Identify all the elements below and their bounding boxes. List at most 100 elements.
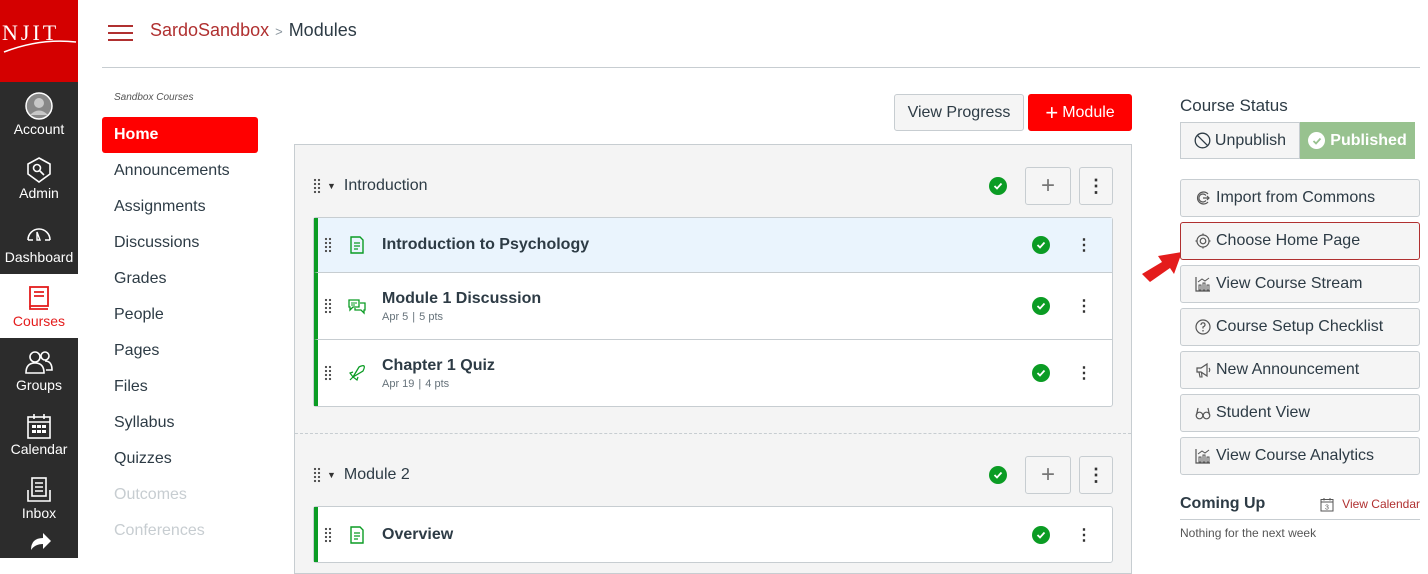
- course-nav-home[interactable]: Home: [102, 117, 258, 153]
- view-calendar-link[interactable]: 3 View Calendar: [1320, 497, 1420, 512]
- course-setup-checklist-button[interactable]: Course Setup Checklist: [1180, 308, 1420, 346]
- module-title[interactable]: Module 2: [344, 466, 410, 484]
- module-items: Introduction to Psychology ⋮ Module 1 Di…: [313, 217, 1113, 407]
- course-nav-grades[interactable]: Grades: [102, 261, 262, 297]
- plus-icon: +: [1040, 461, 1055, 488]
- view-course-stream-button[interactable]: View Course Stream: [1180, 265, 1420, 303]
- course-nav-files[interactable]: Files: [102, 369, 262, 405]
- view-course-analytics-button[interactable]: View Course Analytics: [1180, 437, 1420, 475]
- module-title[interactable]: Introduction: [344, 177, 428, 195]
- modules-main: View Progress + Module ▼ Introduction + ⋮: [294, 92, 1132, 574]
- module-item[interactable]: Overview ⋮: [314, 507, 1112, 562]
- button-label: View Course Analytics: [1216, 447, 1374, 464]
- course-nav-syllabus[interactable]: Syllabus: [102, 405, 262, 441]
- redirect-arrow-icon: [31, 533, 51, 550]
- item-due-date: Apr 19: [382, 377, 415, 390]
- module-item[interactable]: Chapter 1 Quiz Apr 19 | 4 pts ⋮: [314, 340, 1112, 406]
- published-check-icon[interactable]: [1032, 364, 1050, 382]
- view-calendar-label: View Calendar: [1342, 497, 1420, 511]
- module-introduction: ▼ Introduction + ⋮ Introduction to Psych…: [295, 145, 1131, 417]
- item-title[interactable]: Chapter 1 Quiz: [382, 357, 495, 375]
- coming-up-header: Coming Up 3 View Calendar: [1180, 495, 1420, 520]
- published-check-icon[interactable]: [1032, 297, 1050, 315]
- add-item-button[interactable]: +: [1025, 167, 1071, 205]
- button-label: Import from Commons: [1216, 189, 1376, 206]
- global-nav-courses[interactable]: Courses: [0, 274, 78, 338]
- drag-handle-icon[interactable]: [313, 467, 321, 483]
- global-nav-dashboard[interactable]: Dashboard: [0, 210, 78, 274]
- course-nav-pages[interactable]: Pages: [102, 333, 262, 369]
- published-check-icon[interactable]: [989, 177, 1007, 195]
- global-nav-account[interactable]: Account: [0, 82, 78, 146]
- target-icon: [1195, 233, 1211, 249]
- module-header: ▼ Introduction + ⋮: [313, 167, 1113, 205]
- import-from-commons-button[interactable]: Import from Commons: [1180, 179, 1420, 217]
- add-module-button[interactable]: + Module: [1028, 94, 1132, 131]
- global-nav-admin[interactable]: Admin: [0, 146, 78, 210]
- unpublish-button[interactable]: Unpublish: [1180, 122, 1300, 159]
- published-check-icon[interactable]: [1032, 525, 1050, 544]
- calendar-icon: [27, 413, 51, 439]
- course-nav-conferences[interactable]: Conferences: [102, 513, 262, 549]
- course-nav-discussions[interactable]: Discussions: [102, 225, 262, 261]
- kebab-menu-icon[interactable]: ⋮: [1076, 525, 1092, 545]
- course-nav-announcements[interactable]: Announcements: [102, 153, 262, 189]
- item-title[interactable]: Module 1 Discussion: [382, 290, 541, 308]
- module-item[interactable]: Module 1 Discussion Apr 5 | 5 pts ⋮: [314, 273, 1112, 340]
- course-nav: Sandbox Courses Home Announcements Assig…: [102, 92, 262, 549]
- published-check-icon: [1308, 132, 1326, 149]
- drag-handle-icon[interactable]: [313, 178, 321, 194]
- module-item[interactable]: Introduction to Psychology ⋮: [314, 218, 1112, 273]
- nav-label: Dashboard: [4, 248, 74, 265]
- svg-text:3: 3: [1325, 504, 1329, 511]
- collapse-caret-icon[interactable]: ▼: [327, 181, 336, 191]
- student-view-button[interactable]: Student View: [1180, 394, 1420, 432]
- published-check-icon[interactable]: [989, 466, 1007, 484]
- glasses-icon: [1195, 407, 1211, 420]
- button-label: Student View: [1216, 404, 1310, 421]
- item-title[interactable]: Overview: [382, 526, 453, 544]
- nav-label: Calendar: [10, 440, 68, 457]
- analytics-chart-icon: [1195, 449, 1210, 464]
- kebab-menu-icon[interactable]: ⋮: [1076, 296, 1092, 316]
- drag-handle-icon[interactable]: [324, 298, 332, 314]
- commons-icon: [1197, 191, 1210, 205]
- drag-handle-icon[interactable]: [324, 365, 332, 381]
- choose-home-page-button[interactable]: Choose Home Page: [1180, 222, 1420, 260]
- global-nav-groups[interactable]: Groups: [0, 338, 78, 402]
- drag-handle-icon[interactable]: [324, 237, 332, 253]
- avatar-icon: [25, 91, 53, 120]
- hamburger-menu-icon[interactable]: [108, 25, 133, 43]
- global-nav-more[interactable]: [0, 530, 78, 570]
- admin-shield-icon: [27, 156, 51, 183]
- kebab-menu-icon[interactable]: ⋮: [1076, 363, 1092, 383]
- course-nav-people[interactable]: People: [102, 297, 262, 333]
- course-status-toggle: Unpublish Published: [1180, 122, 1420, 159]
- module-options-button[interactable]: ⋮: [1079, 167, 1113, 205]
- global-nav-inbox[interactable]: Inbox: [0, 466, 78, 530]
- published-button[interactable]: Published: [1300, 122, 1415, 159]
- top-bar: SardoSandbox > Modules: [102, 0, 1420, 68]
- calendar-icon: 3: [1320, 497, 1334, 511]
- course-nav-assignments[interactable]: Assignments: [102, 189, 262, 225]
- item-title[interactable]: Introduction to Psychology: [382, 236, 589, 254]
- logo-swoosh-icon: [3, 40, 77, 53]
- course-nav-outcomes[interactable]: Outcomes: [102, 477, 262, 513]
- global-nav-calendar[interactable]: Calendar: [0, 402, 78, 466]
- new-announcement-button[interactable]: New Announcement: [1180, 351, 1420, 389]
- published-check-icon[interactable]: [1032, 236, 1050, 254]
- course-nav-quizzes[interactable]: Quizzes: [102, 441, 262, 477]
- add-item-button[interactable]: +: [1025, 456, 1071, 494]
- discussion-icon: [348, 299, 366, 315]
- view-progress-button[interactable]: View Progress: [894, 94, 1024, 131]
- module-items: Overview ⋮: [313, 506, 1113, 563]
- collapse-caret-icon[interactable]: ▼: [327, 470, 336, 480]
- kebab-menu-icon[interactable]: ⋮: [1076, 235, 1092, 255]
- button-label: Choose Home Page: [1216, 232, 1361, 249]
- groups-icon: [25, 350, 53, 374]
- njit-logo[interactable]: NJIT: [0, 0, 78, 82]
- module-options-button[interactable]: ⋮: [1079, 456, 1113, 494]
- breadcrumb-course-link[interactable]: SardoSandbox: [150, 20, 269, 40]
- drag-handle-icon[interactable]: [324, 526, 332, 543]
- item-meta: Apr 19 | 4 pts: [382, 377, 450, 390]
